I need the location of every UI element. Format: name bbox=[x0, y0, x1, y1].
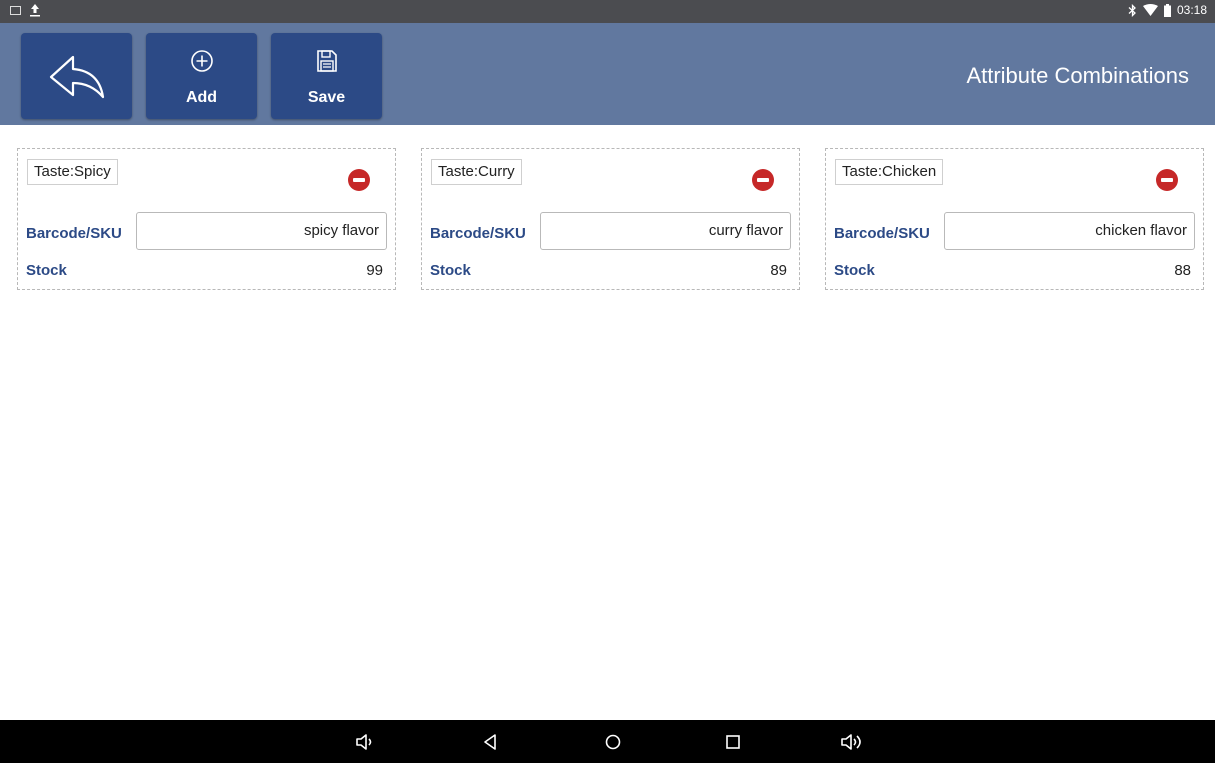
combination-card: Taste:Curry Barcode/SKU curry flavor Sto… bbox=[421, 148, 800, 290]
back-button[interactable] bbox=[21, 33, 132, 119]
image-notification-icon bbox=[10, 5, 21, 15]
back-icon[interactable] bbox=[482, 732, 498, 752]
status-time: 03:18 bbox=[1176, 3, 1207, 17]
attribute-tag: Taste:Chicken bbox=[835, 159, 944, 185]
toolbar: Add Save Attribute Combinations bbox=[0, 23, 1215, 125]
sku-input[interactable]: curry flavor bbox=[540, 212, 791, 250]
save-label: Save bbox=[307, 89, 346, 106]
status-bar: 03:18 bbox=[0, 0, 1215, 23]
stock-label: Stock bbox=[26, 262, 67, 279]
battery-icon bbox=[1163, 3, 1171, 17]
add-label: Add bbox=[185, 89, 218, 106]
combination-card: Taste:Chicken Barcode/SKU chicken flavor… bbox=[825, 148, 1204, 290]
stock-label: Stock bbox=[834, 262, 875, 279]
sku-label: Barcode/SKU bbox=[26, 225, 122, 242]
navigation-bar bbox=[0, 720, 1215, 763]
sku-input[interactable]: chicken flavor bbox=[944, 212, 1195, 250]
remove-icon[interactable] bbox=[752, 169, 774, 191]
attribute-tag: Taste:Spicy bbox=[27, 159, 118, 185]
sku-input[interactable]: spicy flavor bbox=[136, 212, 387, 250]
save-button[interactable]: Save bbox=[271, 33, 382, 119]
wifi-icon bbox=[1142, 4, 1158, 16]
stock-label: Stock bbox=[430, 262, 471, 279]
floppy-disk-icon bbox=[316, 50, 337, 72]
sku-label: Barcode/SKU bbox=[834, 225, 930, 242]
back-arrow-icon bbox=[49, 55, 104, 99]
stock-value: 88 bbox=[1174, 262, 1191, 279]
sku-label: Barcode/SKU bbox=[430, 225, 526, 242]
volume-down-icon[interactable] bbox=[355, 732, 377, 752]
stock-value: 89 bbox=[770, 262, 787, 279]
stock-value: 99 bbox=[366, 262, 383, 279]
remove-icon[interactable] bbox=[348, 169, 370, 191]
upload-icon bbox=[30, 4, 40, 17]
page-title: Attribute Combinations bbox=[966, 63, 1189, 88]
remove-icon[interactable] bbox=[1156, 169, 1178, 191]
bluetooth-icon bbox=[1128, 3, 1136, 17]
plus-circle-icon bbox=[190, 50, 213, 72]
home-icon[interactable] bbox=[603, 732, 623, 752]
volume-up-icon[interactable] bbox=[840, 732, 868, 752]
add-button[interactable]: Add bbox=[146, 33, 257, 119]
recents-icon[interactable] bbox=[724, 732, 742, 752]
attribute-tag: Taste:Curry bbox=[431, 159, 522, 185]
combination-card: Taste:Spicy Barcode/SKU spicy flavor Sto… bbox=[17, 148, 396, 290]
